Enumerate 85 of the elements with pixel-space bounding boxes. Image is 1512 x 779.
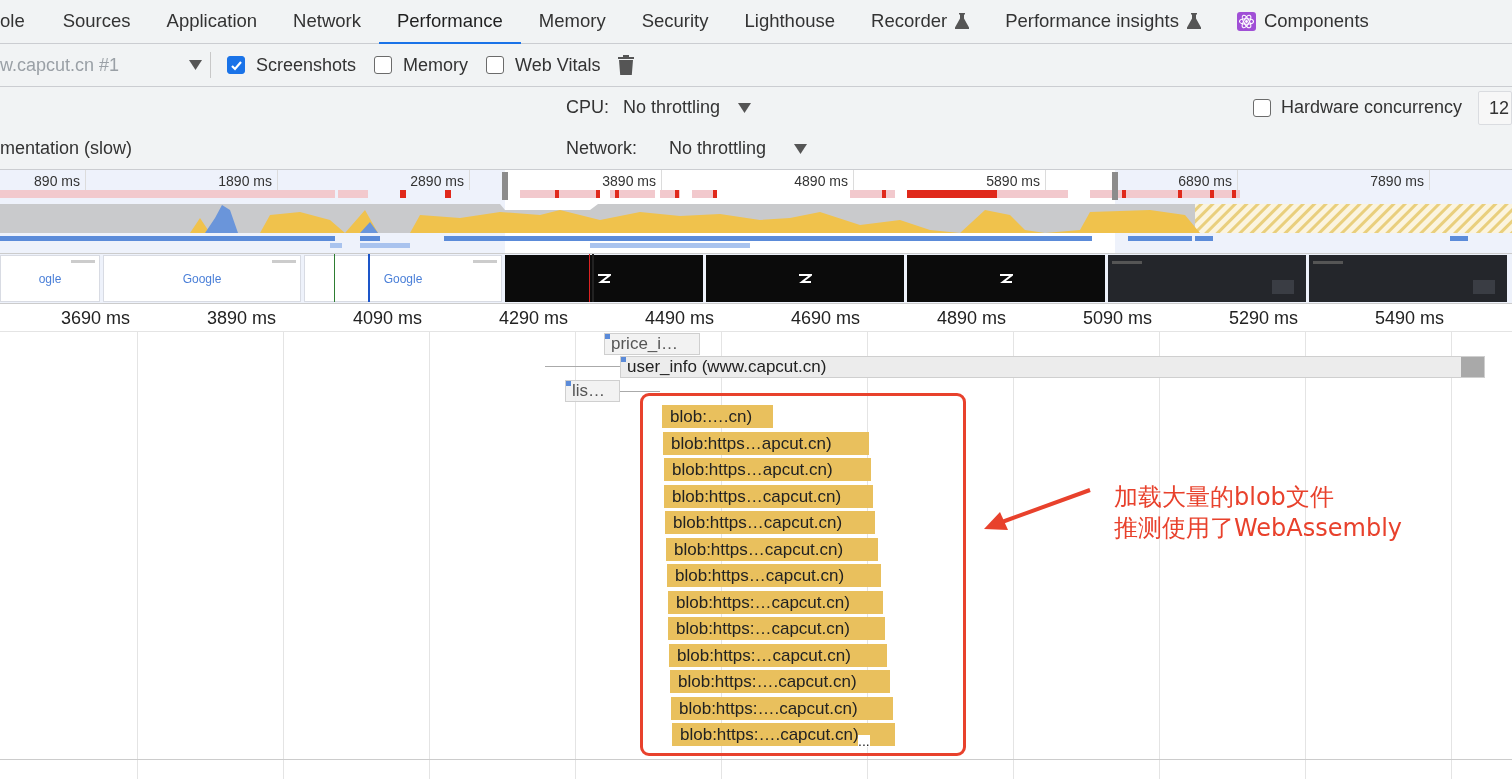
checkbox-label: Web Vitals xyxy=(515,54,601,76)
screenshot-thumbnail[interactable] xyxy=(1108,255,1306,302)
network-request-bar[interactable]: price_i… xyxy=(604,333,700,355)
screenshot-thumbnail[interactable]: Google xyxy=(304,255,502,302)
flame-chart-bar[interactable]: blob:https:….capcut.cn) xyxy=(671,697,893,720)
setting-label: Hardware concurrency xyxy=(1280,97,1462,118)
checkbox-label: Memory xyxy=(403,54,469,76)
flame-chart-bar[interactable]: blob:https…capcut.cn) xyxy=(666,538,878,561)
screenshot-thumbnail[interactable] xyxy=(706,255,904,302)
range-handle[interactable] xyxy=(502,172,508,200)
checkbox[interactable] xyxy=(227,56,245,74)
time-tick: 3690 ms xyxy=(60,308,130,328)
tab[interactable]: Components xyxy=(1218,0,1387,44)
flask-icon xyxy=(955,13,970,29)
flame-chart-bar[interactable]: blob:….cn) xyxy=(662,405,773,428)
more-indicator: ... xyxy=(858,735,870,747)
flame-chart-bar[interactable]: blob:https:….capcut.cn) xyxy=(670,670,890,693)
checkbox-label: Screenshots xyxy=(256,54,357,76)
range-handle[interactable] xyxy=(1112,172,1118,200)
flame-chart-bar[interactable]: blob:https:…capcut.cn) xyxy=(668,617,885,640)
time-tick: 4890 ms xyxy=(936,308,1006,328)
tab[interactable]: Sources xyxy=(44,0,149,44)
flame-chart-bar[interactable]: blob:https…capcut.cn) xyxy=(664,485,873,508)
long-task-bar xyxy=(445,190,451,198)
tab[interactable]: Lighthouse xyxy=(726,0,854,44)
tab[interactable]: Security xyxy=(623,0,727,44)
throttling-dropdown[interactable]: No throttling xyxy=(669,138,808,159)
tab[interactable]: Memory xyxy=(520,0,624,44)
time-tick: 5490 ms xyxy=(1374,308,1444,328)
time-tick: 2890 ms xyxy=(410,173,464,189)
setting-label: CPU: xyxy=(566,97,609,118)
app-logo-icon xyxy=(798,273,812,284)
time-tick: 7890 ms xyxy=(1370,173,1424,189)
logo-text: ogle xyxy=(38,271,62,286)
time-tick: 4290 ms xyxy=(498,308,568,328)
logo-text: Google xyxy=(182,271,222,286)
long-task-bar xyxy=(338,190,368,198)
caret-icon xyxy=(738,102,752,113)
annotation-text: 加载大量的blob文件 推测使用了WebAssembly xyxy=(1114,482,1402,544)
tab[interactable]: ole xyxy=(0,0,45,44)
network-request-bar[interactable]: lis… xyxy=(565,380,620,402)
long-task-bar xyxy=(400,190,406,198)
time-tick: 4090 ms xyxy=(352,308,422,328)
time-tick: 4890 ms xyxy=(794,173,848,189)
time-tick: 4690 ms xyxy=(790,308,860,328)
screenshot-thumbnail[interactable] xyxy=(907,255,1105,302)
time-tick: 890 ms xyxy=(34,173,80,189)
screenshot-thumbnail[interactable] xyxy=(1309,255,1507,302)
flame-chart-bar[interactable]: blob:https:…capcut.cn) xyxy=(669,644,887,667)
logo-text: Google xyxy=(383,271,423,286)
setting-label: mentation (slow) xyxy=(0,138,134,159)
flame-chart-bar[interactable]: blob:https…capcut.cn) xyxy=(665,511,875,534)
flame-chart-bar[interactable]: blob:https…apcut.cn) xyxy=(663,432,869,455)
checkbox[interactable] xyxy=(374,56,393,74)
time-tick: 5090 ms xyxy=(1082,308,1152,328)
app-logo-icon xyxy=(999,273,1013,284)
app-logo-icon xyxy=(597,273,611,284)
network-request-bar[interactable]: user_info (www.capcut.cn) xyxy=(620,356,1485,378)
tab[interactable]: Network xyxy=(275,0,379,44)
time-tick: 1890 ms xyxy=(218,173,272,189)
tab[interactable]: Recorder xyxy=(853,0,988,44)
time-tick: 6890 ms xyxy=(1178,173,1232,189)
throttling-dropdown[interactable]: No throttling xyxy=(623,97,752,118)
concurrency-field[interactable]: 12 xyxy=(1478,90,1512,125)
setting-label: Network: xyxy=(566,138,637,159)
time-tick: 5890 ms xyxy=(986,173,1040,189)
screenshot-thumbnail[interactable]: Google xyxy=(103,255,301,302)
trash-icon[interactable] xyxy=(618,55,635,75)
tab[interactable]: Application xyxy=(148,0,276,44)
flask-icon xyxy=(1186,13,1201,29)
time-tick: 4490 ms xyxy=(644,308,714,328)
screenshot-thumbnail[interactable] xyxy=(505,255,703,302)
time-tick: 3890 ms xyxy=(206,308,276,328)
checkbox[interactable] xyxy=(486,56,505,74)
caret-icon xyxy=(189,60,202,70)
caret-icon xyxy=(794,143,808,154)
flame-chart-bar[interactable]: blob:https…apcut.cn) xyxy=(664,458,871,481)
tab[interactable]: Performance insights xyxy=(987,0,1219,44)
flame-chart-bar[interactable]: blob:https:…capcut.cn) xyxy=(668,591,883,614)
flame-chart-bar[interactable]: blob:https…capcut.cn) xyxy=(667,564,881,587)
time-tick: 5290 ms xyxy=(1228,308,1298,328)
screenshot-thumbnail[interactable]: ogle xyxy=(0,255,100,302)
atom-icon xyxy=(1236,11,1256,31)
time-tick: 3890 ms xyxy=(602,173,656,189)
checkbox[interactable] xyxy=(1252,98,1271,117)
